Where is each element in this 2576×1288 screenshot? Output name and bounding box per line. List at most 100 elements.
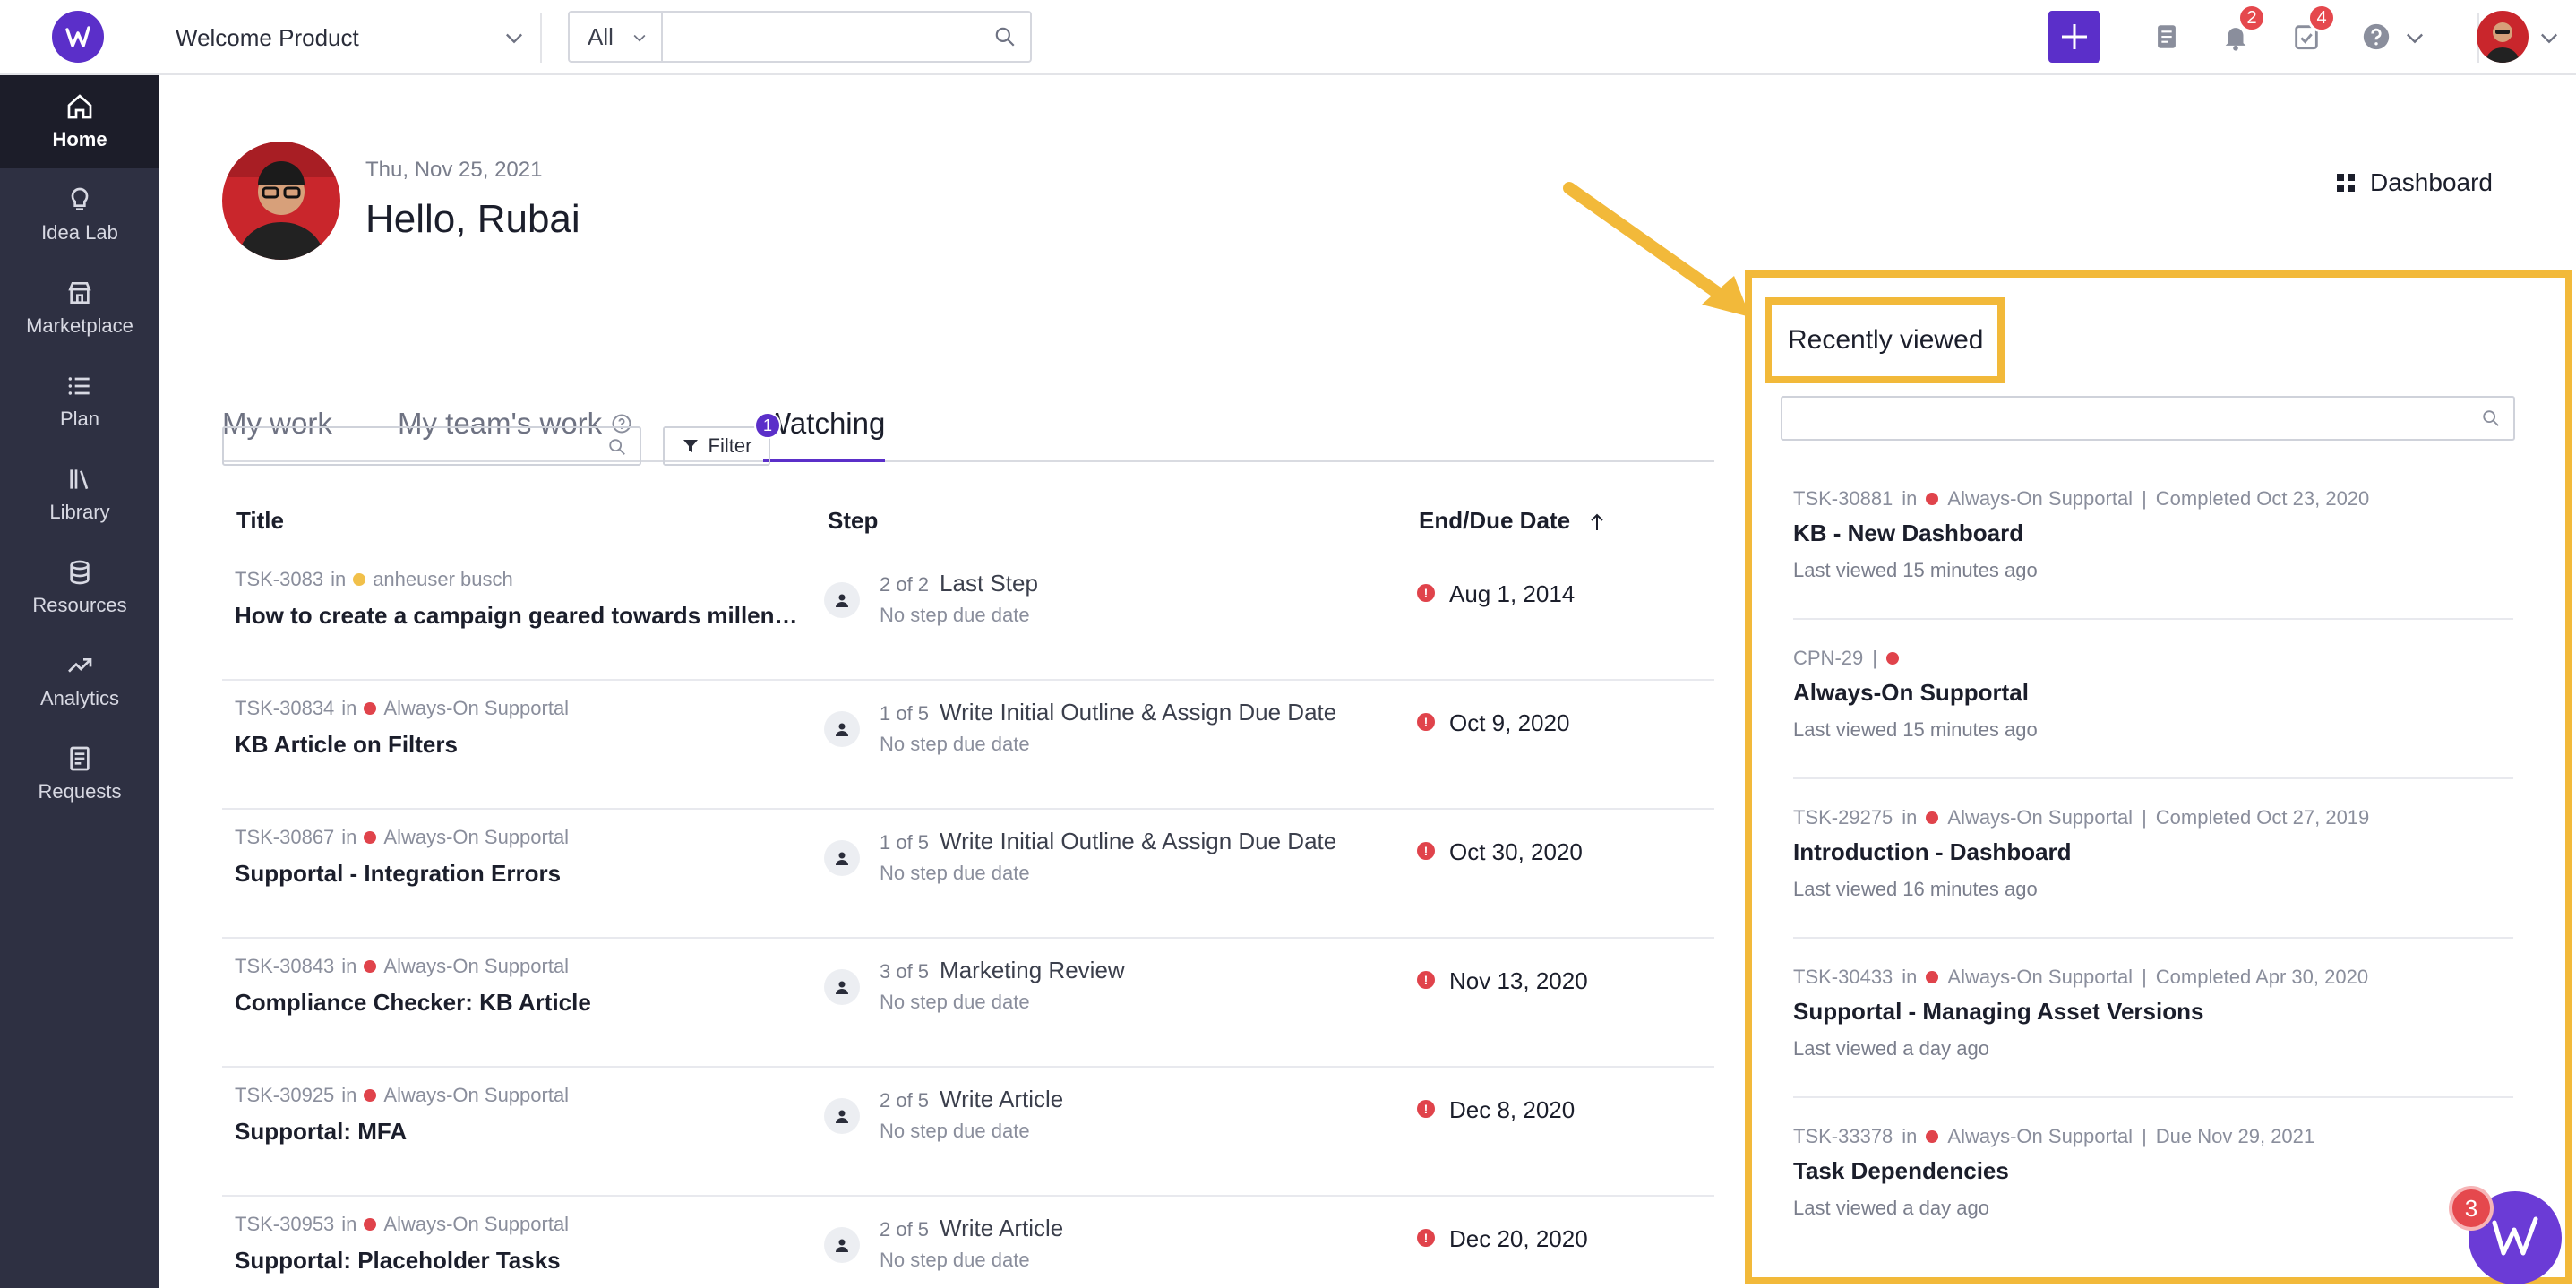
step-count: 3 of 5 (880, 960, 930, 983)
overdue-icon: ! (1417, 1229, 1435, 1247)
recently-viewed-title: Recently viewed (1765, 297, 2005, 383)
campaign-name[interactable]: Always-On Supportal (383, 1213, 569, 1236)
help-button[interactable] (2357, 18, 2395, 56)
step-count: 2 of 5 (880, 1218, 930, 1241)
global-search-input[interactable] (663, 13, 980, 61)
step-info: 2 of 2 Last Step (880, 570, 1038, 597)
task-title[interactable]: KB Article on Filters (235, 731, 808, 759)
sidebar-item-marketplace[interactable]: Marketplace (0, 262, 159, 355)
user-icon (836, 1110, 848, 1123)
step-name: Marketing Review (940, 957, 1125, 983)
sidebar-item-library[interactable]: Library (0, 448, 159, 541)
app-logo[interactable] (52, 11, 104, 63)
status-dot (1926, 971, 1939, 983)
chevron-down-icon[interactable] (2537, 25, 2562, 50)
sidebar-item-resources[interactable]: Resources (0, 541, 159, 634)
user-avatar-menu[interactable] (2477, 11, 2529, 63)
table-row[interactable]: TSK-30867 in Always-On Supportal Supportal… (222, 810, 1714, 939)
task-title[interactable]: Supportal: Placeholder Tasks (235, 1247, 808, 1275)
search-icon (2483, 410, 2499, 426)
step-info: 1 of 5 Write Initial Outline & Assign Due… (880, 699, 1336, 726)
column-header-label: Step (828, 507, 879, 534)
task-title[interactable]: Compliance Checker: KB Article (235, 989, 808, 1017)
separator: | (2142, 806, 2147, 829)
column-header-label: End/Due Date (1419, 507, 1571, 534)
table-row[interactable]: TSK-30843 in Always-On Supportal Complianc… (222, 939, 1714, 1068)
campaign-name[interactable]: Always-On Supportal (383, 826, 569, 849)
create-new-button[interactable] (2048, 11, 2100, 63)
recently-viewed-item[interactable]: TSK-29275 in Always-On Supportal | Completed… (1793, 779, 2513, 939)
overdue-icon: ! (1417, 1100, 1435, 1118)
avatar-icon (2477, 11, 2529, 63)
notes-button[interactable] (2148, 18, 2185, 56)
table-row[interactable]: TSK-3083 in anheuser busch How to create a… (222, 552, 1714, 681)
store-icon (68, 282, 91, 304)
column-header-title[interactable]: Title (236, 507, 284, 535)
sort-ascending-icon (1591, 513, 1603, 531)
search-scope-select[interactable]: All (570, 13, 663, 61)
search-icon (609, 439, 625, 455)
funnel-icon (683, 440, 698, 452)
database-icon (70, 560, 90, 585)
task-title[interactable]: Supportal - Integration Errors (235, 860, 808, 888)
task-title[interactable]: How to create a campaign geared towards … (235, 602, 808, 630)
sidebar-item-analytics[interactable]: Analytics (0, 634, 159, 727)
workspace-name: Welcome Product (176, 23, 359, 51)
sidebar-item-label: Home (52, 128, 107, 150)
overdue-icon: ! (1417, 584, 1435, 602)
task-title[interactable]: Supportal: MFA (235, 1118, 808, 1146)
task-meta: TSK-30925 in Always-On Supportal (235, 1084, 569, 1107)
annotation-arrow-icon (1563, 182, 1750, 317)
table-search-field[interactable] (222, 426, 641, 466)
column-header-label: Title (236, 507, 284, 534)
campaign-name[interactable]: Always-On Supportal (383, 955, 569, 978)
item-title: Task Dependencies (1793, 1157, 2009, 1184)
dashboard-button[interactable]: Dashboard (2336, 165, 2493, 201)
sidebar-item-idea-lab[interactable]: Idea Lab (0, 168, 159, 262)
item-title: Introduction - Dashboard (1793, 838, 2072, 865)
step-info: 1 of 5 Write Initial Outline & Assign Due… (880, 828, 1336, 855)
campaign-name[interactable]: anheuser busch (373, 568, 513, 591)
filter-button[interactable]: Filter (663, 426, 770, 466)
last-viewed: Last viewed a day ago (1793, 1197, 1989, 1219)
recently-viewed-search[interactable] (1781, 396, 2515, 441)
item-meta: TSK-30881 in Always-On Supportal | Completed… (1793, 487, 2369, 511)
chevron-down-icon[interactable] (2402, 25, 2427, 50)
chevron-down-icon[interactable] (502, 25, 527, 50)
sidebar-item-requests[interactable]: Requests (0, 727, 159, 820)
logo-icon (2492, 1216, 2538, 1256)
step-count: 2 of 5 (880, 1089, 930, 1112)
user-icon (836, 852, 848, 865)
recently-viewed-item[interactable]: TSK-30881 in Always-On Supportal | Completed… (1793, 460, 2513, 620)
column-header-step[interactable]: Step (828, 507, 878, 535)
item-id: TSK-33378 (1793, 1125, 1893, 1147)
workspace-selector[interactable]: Welcome Product (176, 0, 359, 75)
greeting: Hello, Rubai (365, 197, 580, 241)
task-in: in (341, 697, 357, 719)
tab-watching[interactable]: Watching (763, 385, 886, 462)
global-search: All (568, 11, 1032, 63)
tab-label: Watching (763, 407, 886, 440)
step-info: 2 of 5 Write Article (880, 1086, 1063, 1113)
assignee-avatar (824, 840, 860, 876)
recently-viewed-item[interactable]: TSK-30433 in Always-On Supportal | Completed… (1793, 939, 2513, 1098)
campaign-name: Always-On Supportal (1947, 1125, 2134, 1147)
recently-viewed-item[interactable]: TSK-33378 in Always-On Supportal | Due Nov 2… (1793, 1098, 2513, 1258)
sidebar-item-label: Plan (59, 408, 100, 430)
table-row[interactable]: TSK-30953 in Always-On Supportal Supportal… (222, 1197, 1714, 1288)
recently-viewed-item[interactable]: CPN-29 | Always-On Supportal Last viewed … (1793, 620, 2513, 779)
sidebar-item-plan[interactable]: Plan (0, 355, 159, 448)
status-dot (1926, 811, 1939, 824)
column-header-due-date[interactable]: End/Due Date (1419, 507, 1607, 535)
search-button[interactable] (980, 13, 1030, 61)
assignee-avatar (824, 711, 860, 747)
trend-icon (68, 658, 92, 673)
filter-label: Filter (708, 434, 752, 457)
sidebar-item-home[interactable]: Home (0, 75, 159, 168)
search-scope-value: All (588, 22, 614, 50)
table-row[interactable]: TSK-30834 in Always-On Supportal KB Articl… (222, 681, 1714, 810)
home-icon (67, 94, 92, 119)
campaign-name[interactable]: Always-On Supportal (383, 697, 569, 720)
table-row[interactable]: TSK-30925 in Always-On Supportal Supportal… (222, 1068, 1714, 1197)
campaign-name[interactable]: Always-On Supportal (383, 1084, 569, 1107)
